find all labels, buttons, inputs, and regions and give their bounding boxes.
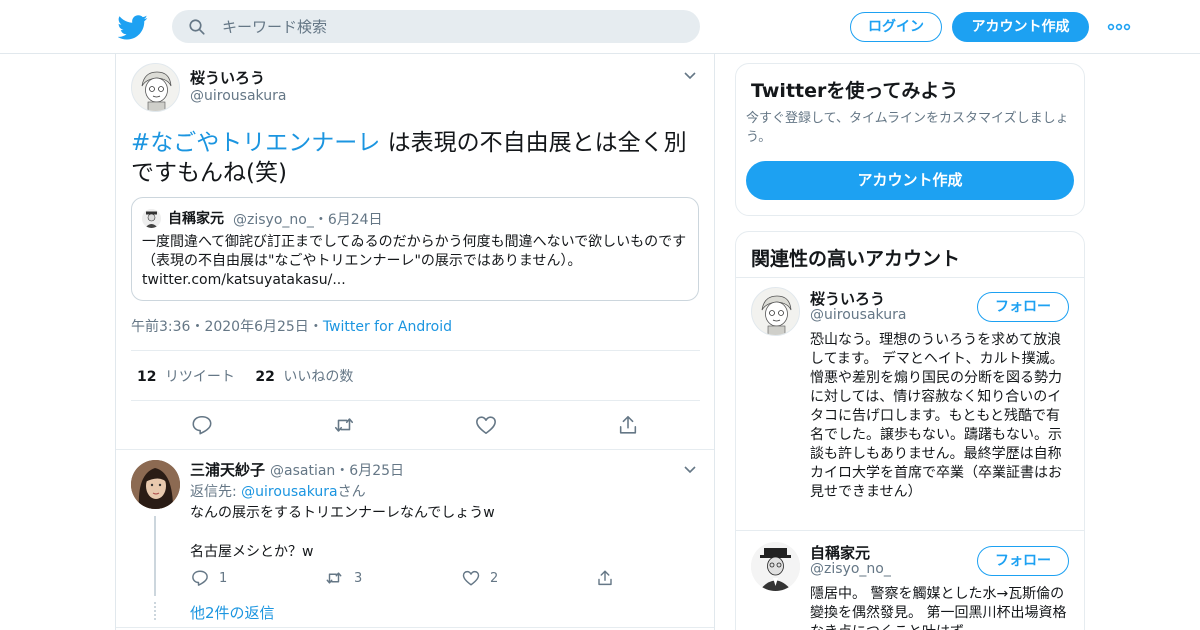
login-button[interactable]: ログイン xyxy=(850,12,942,42)
reply-to-prefix: 返信先: xyxy=(190,484,242,500)
follow-button[interactable]: フォロー xyxy=(977,292,1069,322)
share-icon[interactable] xyxy=(596,569,614,587)
quoted-handle: @zisyo_no_ xyxy=(233,212,314,228)
tweet-time[interactable]: 午前3:36 xyxy=(131,319,190,335)
like-count: 2 xyxy=(490,571,499,586)
related-accounts-title: 関連性の高いアカウント xyxy=(751,248,961,270)
account-name[interactable]: 自稱家元 xyxy=(810,542,870,563)
meta-dot: ・ xyxy=(308,319,323,335)
divider xyxy=(131,350,700,351)
account-bio: 隱居中。 警察を觸媒とした水→瓦斯倫の變換を偶然發見。 第一回黑川杯出場資格なき… xyxy=(810,586,1067,630)
reply-count: 1 xyxy=(219,571,228,586)
anime-avatar-icon xyxy=(132,64,179,111)
twitter-logo-icon[interactable] xyxy=(118,12,148,42)
retweet-icon[interactable] xyxy=(333,414,355,436)
quoted-tweet[interactable]: 自稱家元 @zisyo_no_・6月24日 一度間違へて御詫び訂正までしてゐるの… xyxy=(131,197,699,301)
tweet-meta: 午前3:36・2020年6月25日・Twitter for Android xyxy=(131,316,452,336)
share-icon[interactable] xyxy=(617,414,639,436)
divider xyxy=(116,449,714,450)
woman-avatar-icon xyxy=(131,460,180,509)
thread-dots xyxy=(154,602,156,620)
retweet-label[interactable]: リツイート xyxy=(165,369,235,385)
reply-date[interactable]: ・6月25日 xyxy=(335,463,404,479)
chevron-down-icon[interactable] xyxy=(683,465,697,475)
like-heart-icon[interactable] xyxy=(475,414,497,436)
reply-author-handle[interactable]: @asatian・6月25日 xyxy=(270,460,404,480)
divider xyxy=(736,277,1084,278)
search-icon xyxy=(189,19,205,35)
quoted-author-handle: @zisyo_no_・6月24日 xyxy=(233,209,383,229)
like-heart-icon[interactable] xyxy=(462,569,480,587)
reply-text-line: なんの展示をするトリエンナーレなんでしょうw xyxy=(190,505,495,521)
retweet-count: 3 xyxy=(354,571,363,586)
author-handle[interactable]: @uirousakura xyxy=(190,88,286,104)
chevron-down-icon[interactable] xyxy=(683,71,697,81)
thread-line xyxy=(154,516,156,596)
account-name[interactable]: 桜ういろう xyxy=(810,288,885,309)
tweet-date[interactable]: ・2020年6月25日 xyxy=(190,319,308,335)
account-handle[interactable]: @uirousakura xyxy=(810,307,906,323)
signup-card-subtitle: 今すぐ登録して、タイムラインをカスタマイズしましょう。 xyxy=(746,111,1069,145)
avatar[interactable] xyxy=(131,63,180,112)
more-icon[interactable] xyxy=(1107,22,1131,32)
tweet-stats: 12 リツイート 22 いいねの数 xyxy=(137,366,353,386)
divider xyxy=(116,627,714,628)
retweet-icon[interactable] xyxy=(325,569,343,587)
search-bar[interactable] xyxy=(172,10,700,43)
reply-text-line: 名古屋メシとか？w xyxy=(190,544,314,560)
avatar[interactable] xyxy=(131,460,180,509)
reply-to-link[interactable]: @uirousakura xyxy=(241,484,337,500)
avatar[interactable] xyxy=(751,287,800,336)
quoted-date: ・6月24日 xyxy=(313,212,383,228)
tweet-column: 桜ういろう @uirousakura #なごやトリエンナーレ は表現の不自由展と… xyxy=(115,54,715,630)
divider xyxy=(131,400,700,401)
quoted-author-name: 自稱家元 xyxy=(168,211,224,227)
related-accounts-card: 関連性の高いアカウント 桜ういろう @uirousakura フォロー 恐山なう… xyxy=(735,231,1085,630)
avatar[interactable] xyxy=(751,542,800,591)
author-name[interactable]: 桜ういろう xyxy=(190,67,265,88)
top-bar: ログイン アカウント作成 xyxy=(0,0,1200,54)
reply-icon[interactable] xyxy=(191,414,213,436)
quoted-text: 一度間違へて御詫び訂正までしてゐるのだからかう何度も間違へないで欲しいものです（… xyxy=(142,234,687,288)
more-replies-link[interactable]: 他2件の返信 xyxy=(190,602,275,623)
like-label[interactable]: いいねの数 xyxy=(283,369,353,385)
like-count[interactable]: 22 xyxy=(255,369,274,385)
reply-to: 返信先: @uirousakuraさん xyxy=(190,481,366,501)
account-handle[interactable]: @zisyo_no_ xyxy=(810,561,891,577)
account-bio: 恐山なう。理想のういろうを求めて放浪してます。 デマとヘイト、カルト撲滅。憎悪や… xyxy=(810,332,1064,500)
divider xyxy=(736,530,1084,531)
reply-to-suffix: さん xyxy=(337,484,366,500)
hashtag-link[interactable]: #なごやトリエンナーレ xyxy=(131,130,380,156)
signup-button[interactable]: アカウント作成 xyxy=(952,12,1089,42)
reply-icon[interactable] xyxy=(191,569,209,587)
tweet-source-link[interactable]: Twitter for Android xyxy=(323,319,452,335)
signup-card-title: Twitterを使ってみよう xyxy=(751,80,959,102)
man-avatar-icon xyxy=(751,542,800,591)
reply-handle[interactable]: @asatian xyxy=(270,463,335,479)
follow-button[interactable]: フォロー xyxy=(977,546,1069,576)
reply-author-name[interactable]: 三浦天紗子 xyxy=(190,459,265,480)
signup-card: Twitterを使ってみよう 今すぐ登録して、タイムラインをカスタマイズしましょ… xyxy=(735,63,1085,216)
tweet-text: #なごやトリエンナーレ は表現の不自由展とは全く別ですもんね(笑) xyxy=(131,128,706,188)
anime-avatar-icon xyxy=(752,288,799,335)
search-input[interactable] xyxy=(222,10,682,43)
man-avatar-icon xyxy=(142,209,161,228)
signup-card-button[interactable]: アカウント作成 xyxy=(746,161,1074,200)
avatar xyxy=(142,209,161,228)
retweet-count[interactable]: 12 xyxy=(137,369,156,385)
